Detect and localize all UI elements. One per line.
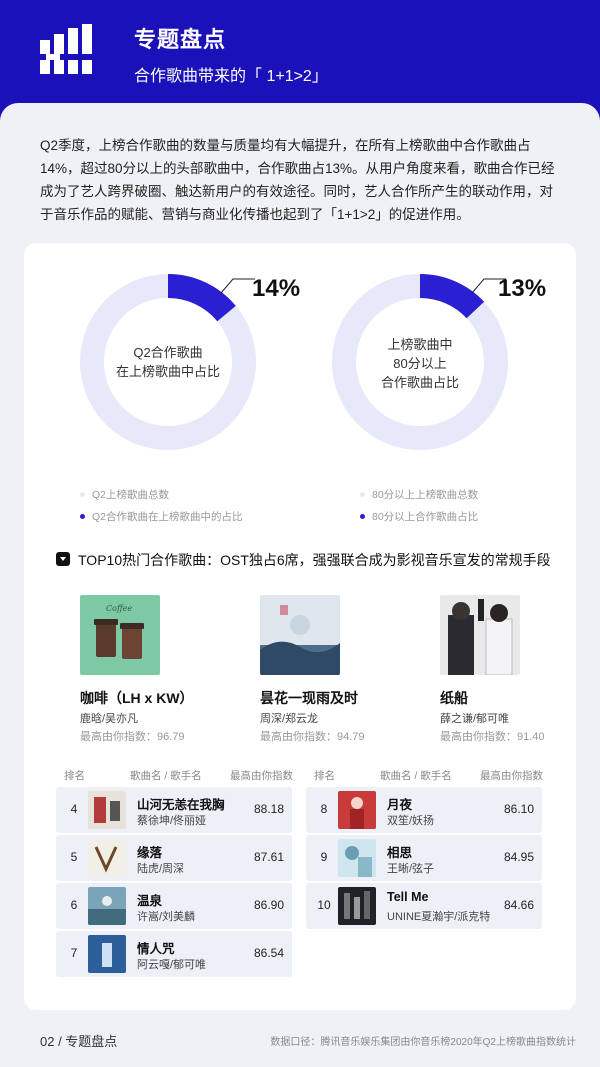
donut-1-center-label: Q2合作歌曲 在上榜歌曲中占比 — [115, 345, 220, 379]
svg-text:Coffee: Coffee — [106, 604, 132, 613]
table-row[interactable]: 4 山河无恙在我胸 蔡徐坤/佟丽娅 88.18 — [56, 787, 292, 833]
page-subtitle: 合作歌曲带来的「 1+1>2」 — [134, 68, 328, 85]
song-cover — [88, 935, 126, 973]
top3-item-1[interactable]: Coffee 咖啡（LH x KW） 鹿晗/吴亦凡 最高由你指数：96.79 — [80, 595, 240, 744]
dropdown-icon — [56, 552, 70, 567]
song-cover — [338, 887, 376, 925]
brand-logo — [40, 24, 92, 74]
album-cover-coffee: Coffee — [80, 595, 160, 675]
page-footer: 02 / 专题盘点 — [40, 1034, 118, 1049]
intro-paragraph: Q2季度，上榜合作歌曲的数量与质量均有大幅提升，在所有上榜歌曲中合作歌曲占14%… — [40, 138, 555, 222]
song-cover — [88, 887, 126, 925]
table-row[interactable]: 5 缘落 陆虎/周深 87.61 — [56, 835, 292, 881]
donut-2-percent: 13% — [498, 275, 547, 302]
table-row[interactable]: 10 Tell Me UNINE夏瀚宇/派克特 84.66 — [306, 883, 542, 929]
header: 专题盘点 合作歌曲带来的「 1+1>2」 — [0, 0, 600, 110]
donut-2-center-label: 上榜歌曲中 80分以上 合作歌曲占比 — [380, 337, 459, 390]
album-cover-tanhua — [260, 595, 340, 675]
table-row[interactable]: 7 情人咒 阿云嘎/郁可唯 86.54 — [56, 931, 292, 977]
donut-1-legend-share: Q2合作歌曲在上榜歌曲中的占比 — [80, 509, 243, 524]
donut-2-legend-share: 80分以上合作歌曲占比 — [360, 509, 478, 524]
donut-1-legend-total: Q2上榜歌曲总数 — [80, 487, 169, 502]
donut-1-percent: 14% — [252, 275, 301, 302]
song-cover — [88, 839, 126, 877]
section-heading: TOP10热门合作歌曲：OST独占6席，强强联合成为影视音乐宣发的常规手段 — [56, 550, 551, 570]
top3-item-3[interactable]: 纸船 薛之谦/郁可唯 最高由你指数：91.40 — [440, 595, 600, 744]
donut-2-legend-total: 80分以上上榜歌曲总数 — [360, 487, 478, 502]
table-row[interactable]: 8 月夜 双笙/妖扬 86.10 — [306, 787, 542, 833]
song-cover — [88, 791, 126, 829]
table-row[interactable]: 6 温泉 许嵩/刘美麟 86.90 — [56, 883, 292, 929]
top3-item-2[interactable]: 昙花一现雨及时 周深/郑云龙 最高由你指数：94.79 — [260, 595, 420, 744]
data-source-note: 数据口径：腾讯音乐娱乐集团由你音乐榜2020年Q2上榜歌曲指数统计 — [270, 1037, 576, 1048]
album-cover-zhichuan — [440, 595, 520, 676]
song-cover — [338, 839, 376, 877]
table-row[interactable]: 9 相思 王晰/弦子 84.95 — [306, 835, 542, 881]
page-title: 专题盘点 — [134, 27, 227, 52]
song-cover — [338, 791, 376, 829]
